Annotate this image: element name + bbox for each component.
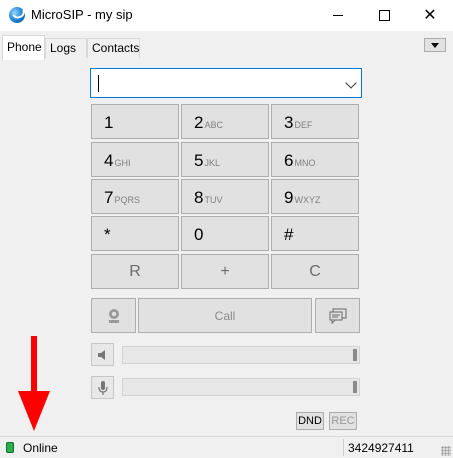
webcam-icon bbox=[108, 308, 119, 323]
rec-button[interactable]: REC bbox=[329, 412, 357, 430]
key-letters: WXYZ bbox=[294, 195, 321, 205]
key-0[interactable]: 0 bbox=[181, 216, 269, 251]
plus-label: + bbox=[220, 263, 230, 280]
key-2[interactable]: 2 ABC bbox=[181, 104, 269, 139]
key-digit: 1 bbox=[104, 113, 114, 132]
speaker-icon bbox=[97, 349, 105, 360]
key-digit: 9 bbox=[284, 188, 294, 207]
tab-strip: Phone Logs Contacts bbox=[0, 31, 453, 61]
message-button[interactable] bbox=[315, 298, 360, 333]
key-letters: GHI bbox=[114, 158, 131, 168]
message-icon bbox=[329, 308, 346, 324]
status-divider bbox=[343, 439, 344, 456]
key-6[interactable]: 6 MNO bbox=[271, 142, 359, 177]
key-3[interactable]: 3 DEF bbox=[271, 104, 359, 139]
key-digit: 0 bbox=[194, 225, 204, 244]
clear-label: C bbox=[309, 263, 321, 280]
chevron-down-icon[interactable] bbox=[345, 77, 357, 89]
key-digit: 8 bbox=[194, 188, 204, 207]
account-number: 3424927411 bbox=[348, 441, 414, 455]
maximize-button[interactable] bbox=[361, 0, 407, 31]
key-letters: ABC bbox=[204, 120, 223, 130]
title-bar: MicroSIP - my sip ✕ bbox=[0, 0, 453, 31]
redial-label: R bbox=[129, 263, 141, 280]
key-letters: JKL bbox=[204, 158, 220, 168]
key-digit: 5 bbox=[194, 151, 204, 170]
key-hash[interactable]: # bbox=[271, 216, 359, 251]
key-digit: 7 bbox=[104, 188, 114, 207]
text-caret bbox=[98, 75, 99, 92]
speaker-mute-button[interactable] bbox=[91, 343, 114, 366]
main-menu-button[interactable] bbox=[424, 38, 446, 52]
microphone-icon bbox=[97, 380, 108, 395]
clear-button[interactable]: C bbox=[271, 254, 359, 289]
window-title: MicroSIP - my sip bbox=[31, 7, 133, 22]
key-8[interactable]: 8 TUV bbox=[181, 179, 269, 214]
slider-thumb[interactable] bbox=[353, 349, 357, 361]
key-digit: * bbox=[104, 225, 111, 244]
close-button[interactable]: ✕ bbox=[407, 0, 453, 31]
minimize-button[interactable] bbox=[315, 0, 361, 31]
mic-mute-button[interactable] bbox=[91, 376, 114, 399]
resize-grip-icon[interactable] bbox=[441, 446, 451, 456]
key-digit: 3 bbox=[284, 113, 294, 132]
slider-thumb[interactable] bbox=[353, 381, 357, 393]
redial-button[interactable]: R bbox=[91, 254, 179, 289]
minimize-icon bbox=[333, 15, 343, 16]
key-9[interactable]: 9 WXYZ bbox=[271, 179, 359, 214]
key-7[interactable]: 7 PQRS bbox=[91, 179, 179, 214]
dnd-button[interactable]: DND bbox=[296, 412, 324, 430]
key-letters: TUV bbox=[204, 195, 223, 205]
status-text[interactable]: Online bbox=[23, 441, 58, 455]
key-digit: 4 bbox=[104, 151, 114, 170]
microsip-logo-icon bbox=[9, 7, 25, 23]
key-digit: # bbox=[284, 225, 294, 244]
key-5[interactable]: 5 JKL bbox=[181, 142, 269, 177]
call-button[interactable]: Call bbox=[138, 298, 312, 333]
online-status-icon bbox=[6, 442, 14, 453]
key-1[interactable]: 1 bbox=[91, 104, 179, 139]
maximize-icon bbox=[378, 10, 390, 21]
plus-button[interactable]: + bbox=[181, 254, 269, 289]
mic-volume-slider[interactable] bbox=[122, 378, 360, 396]
annotation-arrow-icon bbox=[18, 336, 50, 431]
chevron-down-icon bbox=[431, 42, 439, 48]
tab-logs[interactable]: Logs bbox=[45, 38, 87, 58]
video-call-button[interactable] bbox=[91, 298, 136, 333]
tab-phone[interactable]: Phone bbox=[2, 35, 45, 61]
tab-contacts[interactable]: Contacts bbox=[87, 38, 140, 58]
close-icon: ✕ bbox=[423, 6, 437, 24]
key-4[interactable]: 4 GHI bbox=[91, 142, 179, 177]
key-digit: 2 bbox=[194, 113, 204, 132]
dial-number-combobox[interactable] bbox=[90, 68, 362, 98]
key-star[interactable]: * bbox=[91, 216, 179, 251]
key-letters: PQRS bbox=[114, 195, 140, 205]
key-letters: MNO bbox=[294, 158, 316, 168]
speaker-volume-slider[interactable] bbox=[122, 346, 360, 364]
key-letters: DEF bbox=[294, 120, 313, 130]
status-bar: Online 3424927411 bbox=[0, 436, 453, 458]
key-digit: 6 bbox=[284, 151, 294, 170]
